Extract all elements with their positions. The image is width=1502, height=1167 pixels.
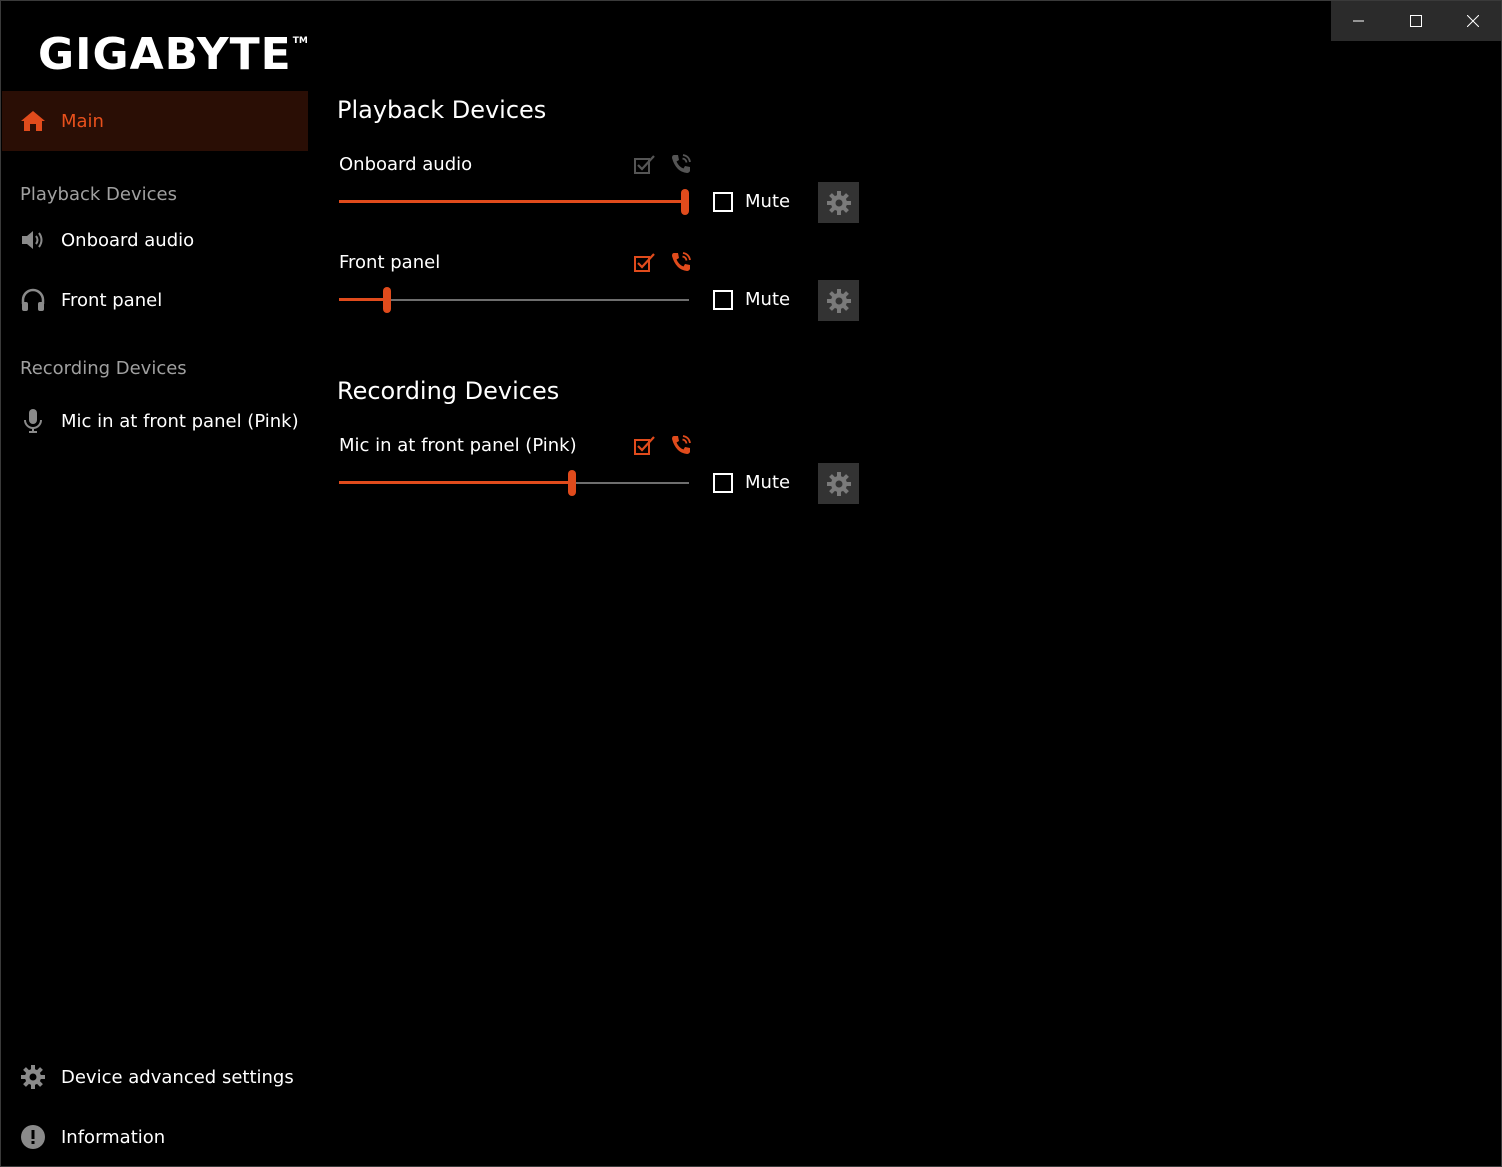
sidebar: Main Playback Devices Onboard audio Fron…	[2, 91, 308, 451]
title-bar-controls	[1331, 1, 1501, 41]
slider-fill	[339, 200, 685, 203]
device-settings-button[interactable]	[818, 280, 859, 321]
sidebar-bottom: Device advanced settings Information	[2, 1047, 308, 1167]
recording-devices-heading: Recording Devices	[337, 377, 560, 405]
check-icon	[634, 436, 655, 455]
device-front-panel: Front panel Mute	[339, 252, 859, 332]
slider-thumb[interactable]	[383, 287, 392, 313]
sidebar-item-label: Device advanced settings	[61, 1066, 294, 1088]
mute-checkbox[interactable]: Mute	[713, 472, 790, 493]
phone-icon	[672, 154, 691, 173]
mute-label: Mute	[745, 191, 791, 212]
set-default-comm-button[interactable]	[669, 250, 693, 274]
sidebar-item-front-panel[interactable]: Front panel	[2, 270, 308, 330]
mute-label: Mute	[745, 289, 791, 310]
set-default-device-button[interactable]	[633, 250, 657, 274]
device-name: Onboard audio	[339, 154, 473, 175]
sidebar-item-mic-front-panel[interactable]: Mic in at front panel (Pink)	[2, 391, 308, 451]
minimize-icon	[1353, 20, 1365, 22]
gear-icon	[19, 1064, 47, 1090]
sidebar-item-label: Information	[61, 1126, 166, 1148]
volume-slider[interactable]	[339, 465, 689, 501]
logo-text: GIGABYTE	[38, 29, 292, 80]
sidebar-item-main[interactable]: Main	[2, 91, 308, 151]
close-button[interactable]	[1444, 1, 1501, 41]
close-icon	[1466, 15, 1479, 27]
phone-icon	[672, 435, 691, 454]
checkbox-box[interactable]	[713, 191, 733, 212]
sidebar-section-recording: Recording Devices	[20, 358, 187, 379]
sidebar-item-label: Main	[61, 110, 104, 132]
volume-slider[interactable]	[339, 282, 689, 318]
playback-devices-heading: Playback Devices	[337, 96, 547, 124]
device-onboard-audio: Onboard audio Mute	[339, 154, 859, 234]
device-settings-button[interactable]	[818, 463, 859, 504]
logo-trademark: TM	[292, 36, 308, 46]
speaker-icon	[19, 229, 47, 251]
slider-thumb[interactable]	[568, 470, 577, 496]
check-icon	[634, 253, 655, 272]
maximize-button[interactable]	[1388, 1, 1445, 41]
sidebar-item-onboard-audio[interactable]: Onboard audio	[2, 210, 308, 270]
sidebar-item-information[interactable]: Information	[2, 1107, 308, 1167]
mute-checkbox[interactable]: Mute	[713, 289, 790, 310]
slider-fill	[339, 481, 573, 484]
sidebar-item-label: Front panel	[61, 289, 163, 311]
set-default-comm-button[interactable]	[669, 152, 693, 176]
slider-fill	[339, 298, 388, 301]
device-mic-front-panel: Mic in at front panel (Pink) Mute	[339, 435, 859, 515]
checkbox-box[interactable]	[713, 289, 733, 310]
mute-label: Mute	[745, 472, 791, 493]
phone-icon	[672, 252, 691, 271]
checkbox-box[interactable]	[713, 472, 733, 493]
sidebar-item-label: Onboard audio	[61, 229, 195, 251]
slider-thumb[interactable]	[681, 189, 689, 215]
device-name: Front panel	[339, 252, 441, 273]
gear-icon	[826, 190, 851, 215]
check-icon	[634, 155, 655, 174]
sidebar-item-device-advanced-settings[interactable]: Device advanced settings	[2, 1047, 308, 1107]
set-default-comm-button[interactable]	[669, 433, 693, 457]
device-name: Mic in at front panel (Pink)	[339, 435, 577, 456]
home-icon	[19, 110, 47, 132]
maximize-icon	[1410, 15, 1422, 27]
set-default-device-button[interactable]	[633, 433, 657, 457]
sidebar-item-label: Mic in at front panel (Pink)	[61, 410, 299, 432]
microphone-icon	[19, 408, 47, 434]
gigabyte-logo: GIGABYTE TM	[38, 30, 308, 80]
set-default-device-button[interactable]	[633, 152, 657, 176]
sidebar-section-playback: Playback Devices	[20, 184, 177, 205]
volume-slider[interactable]	[339, 184, 689, 220]
headphones-icon	[19, 288, 47, 312]
info-icon	[19, 1124, 47, 1150]
minimize-button[interactable]	[1331, 1, 1388, 41]
mute-checkbox[interactable]: Mute	[713, 191, 790, 212]
device-settings-button[interactable]	[818, 182, 859, 223]
gear-icon	[826, 288, 851, 313]
slider-track	[339, 299, 689, 301]
gear-icon	[826, 471, 851, 496]
